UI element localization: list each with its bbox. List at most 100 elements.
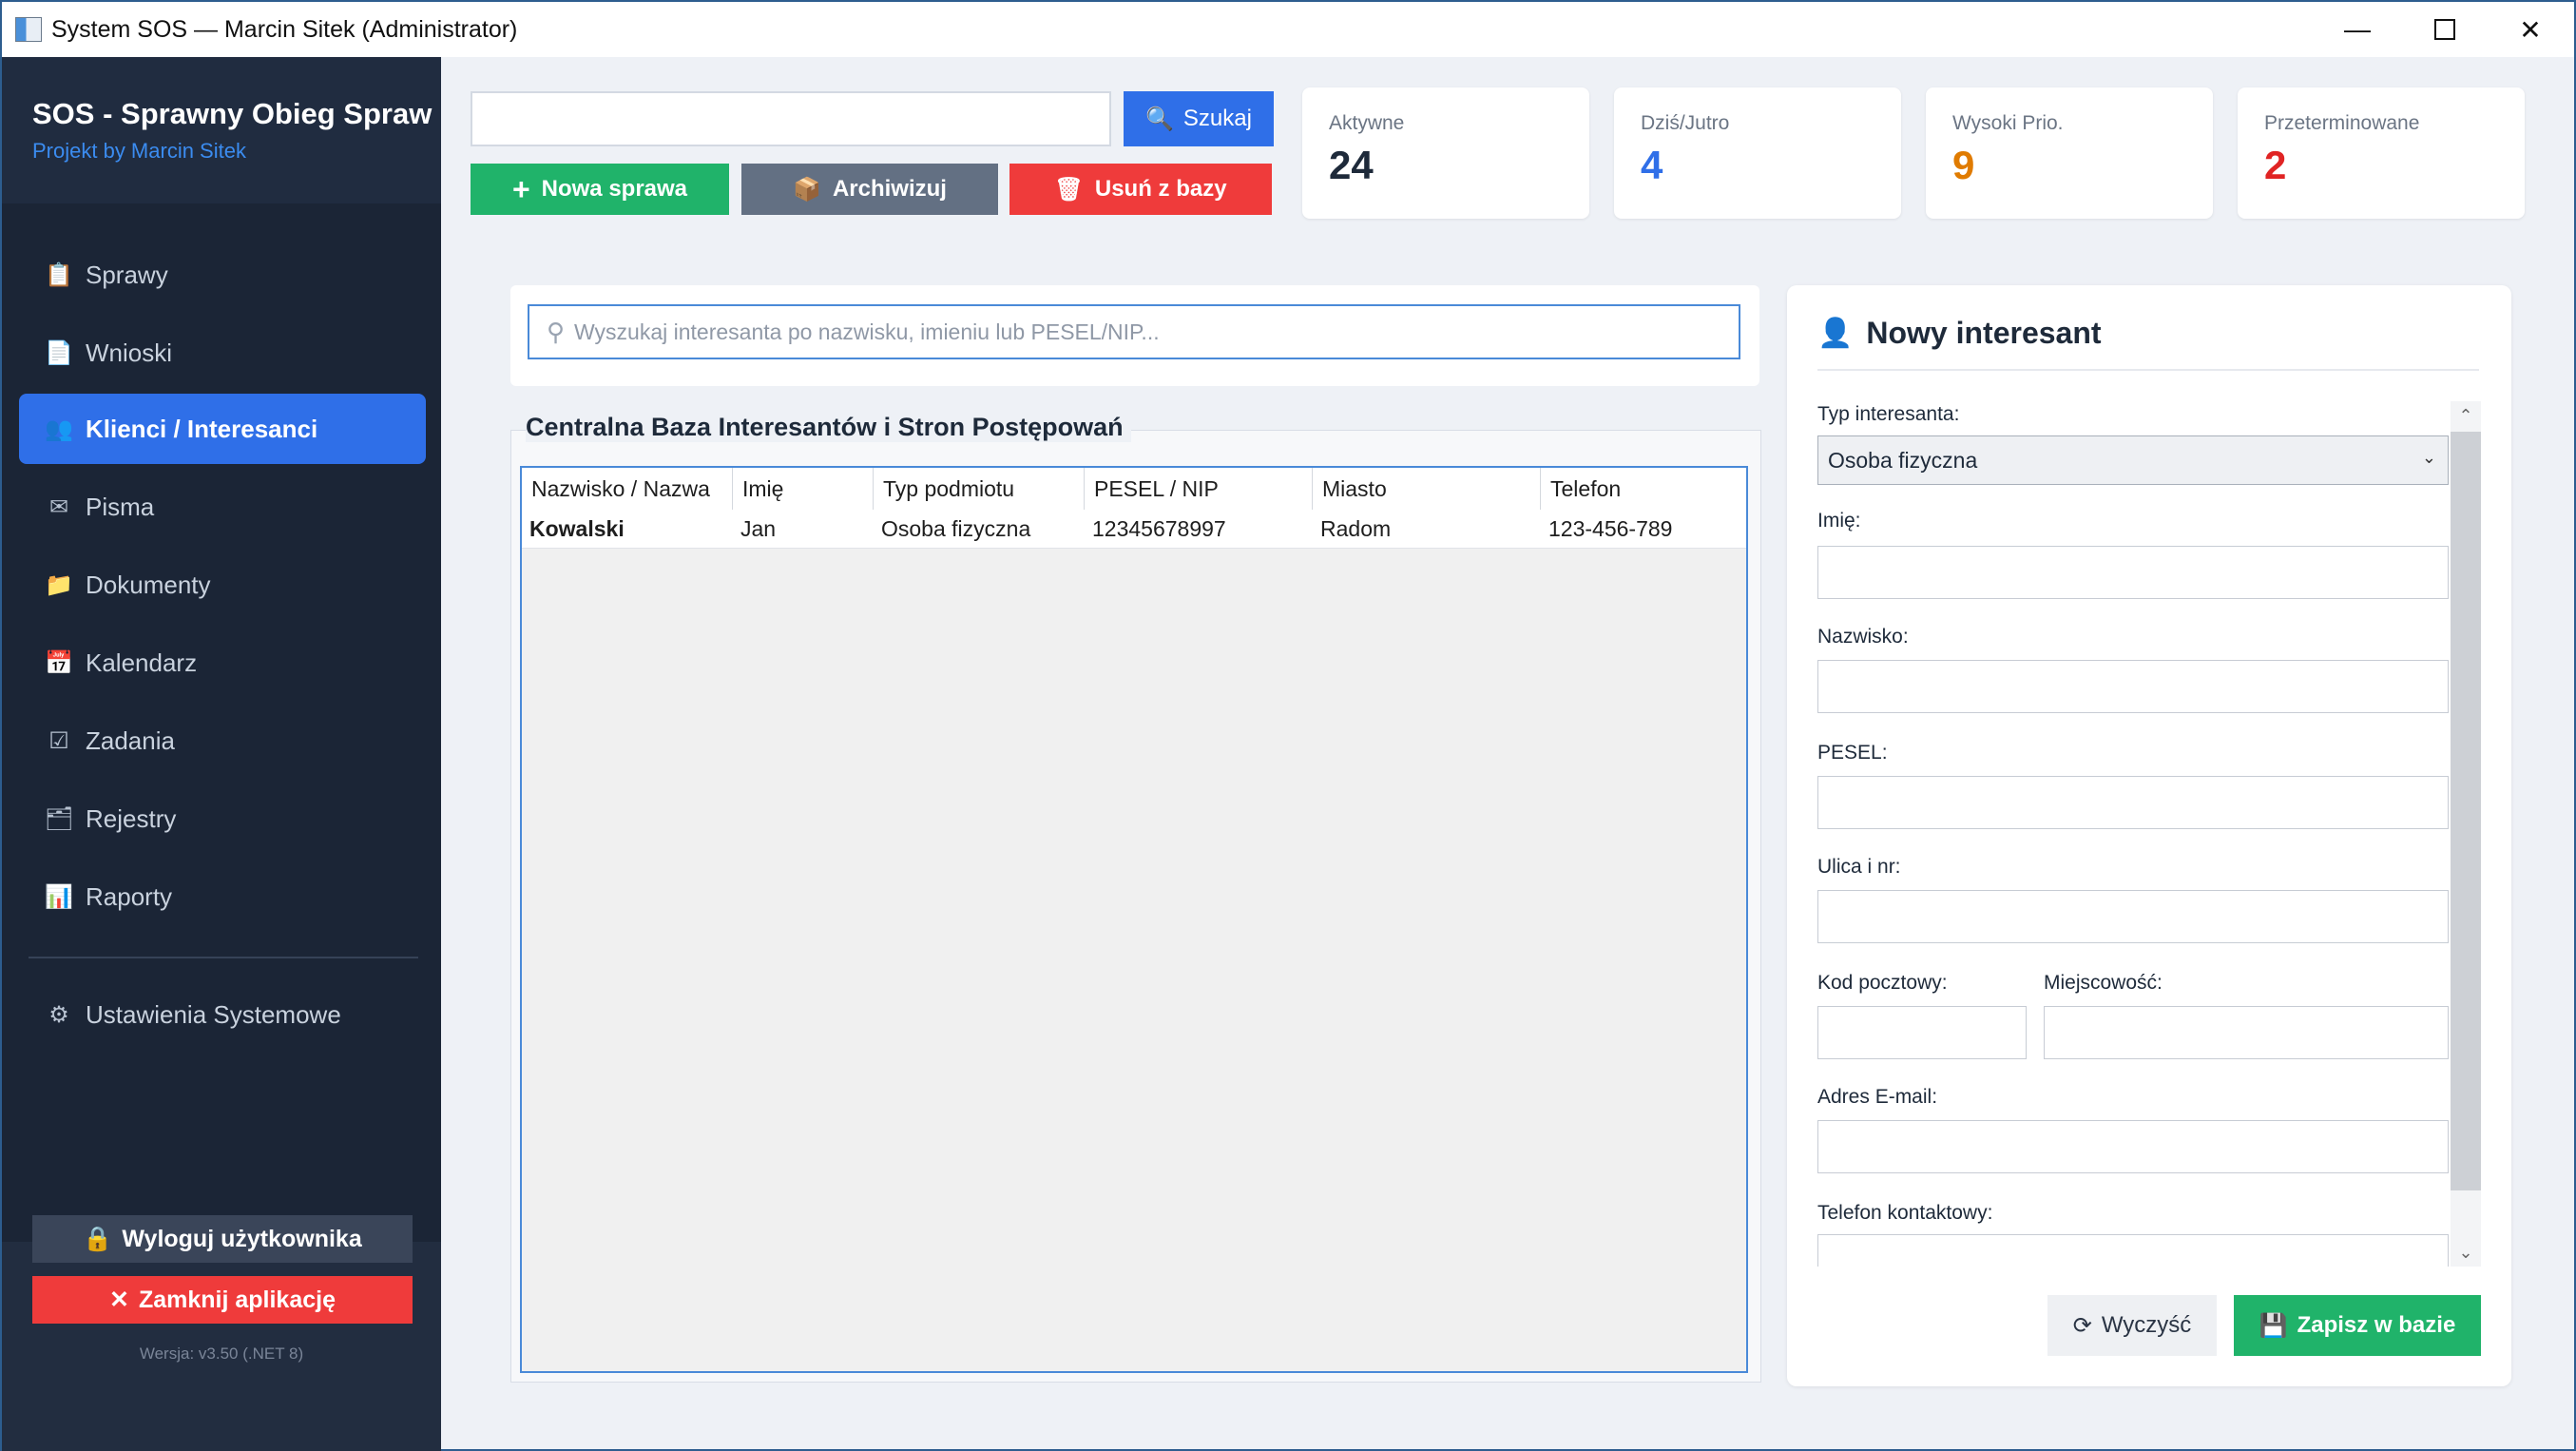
table-cell: Kowalski <box>529 516 625 541</box>
new-case-button[interactable]: + Nowa sprawa <box>471 164 729 215</box>
stat-value: 9 <box>1952 143 1975 187</box>
sidebar-item-raporty[interactable]: 📊 Raporty <box>19 861 426 932</box>
sidebar-item-label: Pisma <box>86 492 155 521</box>
scrollbar-thumb[interactable] <box>2451 432 2481 1190</box>
table-cell: Jan <box>740 516 777 541</box>
sidebar-item-wnioski[interactable]: 📄 Wnioski <box>19 318 426 388</box>
app-icon <box>15 17 42 42</box>
form-header: 👤 Nowy interesant <box>1817 316 2102 351</box>
clear-button[interactable]: ⟳ Wyczyść <box>2047 1295 2217 1356</box>
chevron-down-icon[interactable]: ⌄ <box>2451 1238 2481 1267</box>
users-icon: 👥 <box>45 416 73 442</box>
stat-card-active: Aktywne 24 <box>1302 87 1589 219</box>
file-icon: 📄 <box>45 339 73 366</box>
sidebar-item-sprawy[interactable]: 📋 Sprawy <box>19 240 426 310</box>
trash-icon: 🗑 <box>1054 176 1084 203</box>
postcode-field[interactable] <box>1817 1006 2027 1059</box>
search-icon: ⚲ <box>547 317 566 346</box>
sidebar-item-pisma[interactable]: ✉ Pisma <box>19 472 426 542</box>
email-label: Adres E-mail: <box>1817 1086 1938 1108</box>
street-field[interactable] <box>1817 890 2449 943</box>
grid-title: Centralna Baza Interesantów i Stron Post… <box>526 413 1131 442</box>
sidebar-item-dokumenty[interactable]: 📁 Dokumenty <box>19 550 426 620</box>
sidebar-item-settings[interactable]: ⚙ Ustawienia Systemowe <box>19 979 426 1050</box>
chevron-up-icon[interactable]: ⌃ <box>2451 401 2481 430</box>
gear-icon: ⚙ <box>48 1001 69 1028</box>
close-app-button[interactable]: ✕ Zamknij aplikację <box>32 1276 413 1324</box>
refresh-icon: ⟳ <box>2072 1312 2092 1339</box>
sidebar-item-label: Dokumenty <box>86 570 211 599</box>
sidebar-item-kalendarz[interactable]: 📅 Kalendarz <box>19 628 426 698</box>
stat-label: Dziś/Jutro <box>1641 112 1730 134</box>
last-name-field[interactable] <box>1817 660 2449 713</box>
new-case-label: Nowa sprawa <box>541 176 688 202</box>
folder-icon: 📁 <box>45 571 73 598</box>
stat-label: Aktywne <box>1329 112 1405 134</box>
checkbox-icon: ☑ <box>48 727 69 754</box>
clients-table[interactable]: Nazwisko / Nazwa Imię Typ podmiotu PESEL… <box>520 466 1748 1373</box>
pesel-label: PESEL: <box>1817 742 1888 764</box>
table-row[interactable]: Kowalski Jan Osoba fizyczna 12345678997 … <box>522 510 1746 549</box>
email-field[interactable] <box>1817 1120 2449 1173</box>
phone-field[interactable] <box>1817 1234 2449 1267</box>
sidebar-item-zadania[interactable]: ☑ Zadania <box>19 706 426 776</box>
stat-value: 4 <box>1641 143 1663 187</box>
city-label: Miejscowość: <box>2044 972 2163 994</box>
brand-header: SOS - Sprawny Obieg Spraw Projekt by Mar… <box>2 57 441 203</box>
stat-label: Wysoki Prio. <box>1952 112 2064 134</box>
chart-icon: 📊 <box>45 883 73 910</box>
delete-label: Usuń z bazy <box>1094 176 1227 202</box>
clear-label: Wyczyść <box>2101 1312 2192 1338</box>
save-icon: 💾 <box>2259 1312 2288 1339</box>
save-button[interactable]: 💾 Zapisz w bazie <box>2234 1295 2481 1356</box>
case-search-input[interactable] <box>471 91 1111 146</box>
document-icon: 📋 <box>45 261 73 288</box>
first-name-field[interactable] <box>1817 546 2449 599</box>
client-search-input[interactable]: ⚲ Wyszukaj interesanta po nazwisku, imie… <box>528 304 1740 359</box>
column-header[interactable]: Telefon <box>1541 468 1746 510</box>
pesel-field[interactable] <box>1817 776 2449 829</box>
sidebar-item-label: Ustawienia Systemowe <box>86 999 341 1029</box>
archive-button[interactable]: 📦 Archiwizuj <box>741 164 998 215</box>
city-field[interactable] <box>2044 1006 2449 1059</box>
sidebar-divider <box>29 957 418 958</box>
table-cell: Radom <box>1320 516 1392 541</box>
window-title: System SOS — Marcin Sitek (Administrator… <box>51 15 518 43</box>
close-icon: ✕ <box>2519 14 2542 45</box>
envelope-icon: ✉ <box>48 493 69 520</box>
form-scrollbar[interactable]: ⌃ ⌄ <box>2451 401 2481 1267</box>
logout-label: Wyloguj użytkownika <box>122 1225 362 1252</box>
close-window-button[interactable]: ✕ <box>2487 2 2574 57</box>
close-icon: ✕ <box>109 1287 129 1313</box>
client-search-panel: ⚲ Wyszukaj interesanta po nazwisku, imie… <box>510 285 1759 386</box>
column-header[interactable]: Nazwisko / Nazwa <box>522 468 733 510</box>
sidebar-item-rejestry[interactable]: 🗂 Rejestry <box>19 784 426 854</box>
stat-card-priority: Wysoki Prio. 9 <box>1926 87 2213 219</box>
maximize-button[interactable] <box>2401 2 2489 57</box>
delete-button[interactable]: 🗑 Usuń z bazy <box>1009 164 1272 215</box>
column-header[interactable]: Typ podmiotu <box>874 468 1085 510</box>
column-header[interactable]: PESEL / NIP <box>1085 468 1313 510</box>
chevron-down-icon: ⌄ <box>2421 448 2436 467</box>
column-header[interactable]: Miasto <box>1313 468 1541 510</box>
archive-label: Archiwizuj <box>832 176 947 202</box>
register-icon: 🗂 <box>44 805 74 832</box>
user-icon: 👤 <box>1817 318 1854 349</box>
type-label: Typ interesanta: <box>1817 403 1960 425</box>
client-type-select[interactable]: Osoba fizyczna ⌄ <box>1817 435 2449 485</box>
search-button[interactable]: 🔍 Szukaj <box>1124 91 1274 146</box>
sidebar-item-label: Raporty <box>86 881 173 911</box>
sidebar-item-label: Wnioski <box>86 338 173 367</box>
minimize-button[interactable]: — <box>2314 2 2401 57</box>
column-header[interactable]: Imię <box>733 468 874 510</box>
plus-icon: + <box>511 171 530 206</box>
sidebar-item-label: Kalendarz <box>86 648 198 677</box>
client-type-value: Osoba fizyczna <box>1828 447 1978 473</box>
logout-button[interactable]: 🔒 Wyloguj użytkownika <box>32 1215 413 1263</box>
sidebar-item-klienci[interactable]: 👥 Klienci / Interesanci <box>19 394 426 464</box>
sidebar-item-label: Klienci / Interesanci <box>86 414 318 443</box>
table-cell: 123-456-789 <box>1548 516 1673 541</box>
stat-card-today: Dziś/Jutro 4 <box>1614 87 1901 219</box>
lock-icon: 🔒 <box>83 1225 113 1252</box>
last-name-label: Nazwisko: <box>1817 626 1909 648</box>
